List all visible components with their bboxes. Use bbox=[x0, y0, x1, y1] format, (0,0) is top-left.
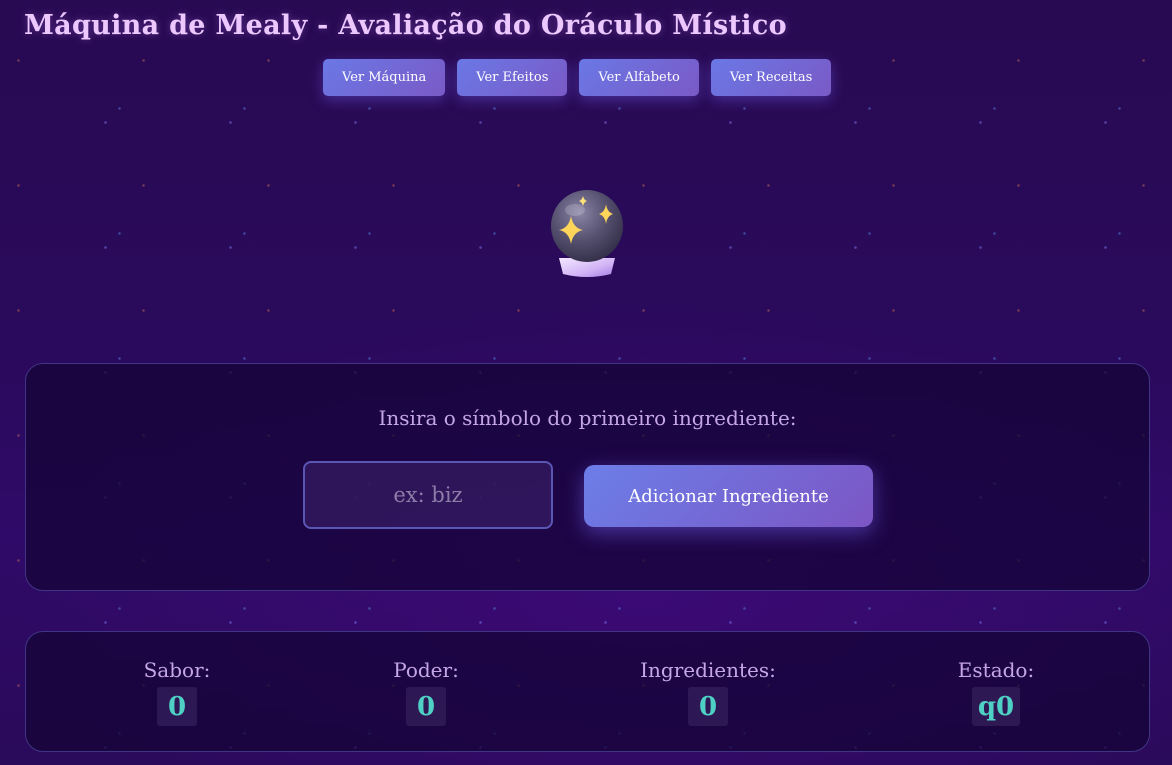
crystal-ball-icon bbox=[545, 188, 629, 284]
stat-poder: Poder: 0 bbox=[382, 658, 470, 726]
stat-value: 0 bbox=[157, 687, 197, 726]
add-ingredient-button[interactable]: Adicionar Ingrediente bbox=[584, 465, 873, 527]
stat-label: Poder: bbox=[393, 658, 459, 682]
view-effects-button[interactable]: Ver Efeitos bbox=[457, 59, 568, 96]
stat-label: Estado: bbox=[957, 658, 1035, 682]
stat-value: 0 bbox=[406, 687, 446, 726]
top-nav: Ver Máquina Ver Efeitos Ver Alfabeto Ver… bbox=[323, 59, 832, 96]
stat-estado: Estado: q0 bbox=[950, 658, 1042, 726]
stats-panel: Sabor: 0 Poder: 0 Ingredientes: 0 Estado… bbox=[25, 631, 1150, 752]
view-recipes-button[interactable]: Ver Receitas bbox=[710, 59, 832, 96]
page-title: Máquina de Mealy - Avaliação do Oráculo … bbox=[24, 10, 787, 41]
stat-sabor: Sabor: 0 bbox=[138, 658, 216, 726]
view-alphabet-button[interactable]: Ver Alfabeto bbox=[579, 59, 699, 96]
ingredient-symbol-input[interactable] bbox=[303, 461, 553, 529]
stat-label: Ingredientes: bbox=[640, 658, 776, 682]
stat-ingredientes: Ingredientes: 0 bbox=[632, 658, 784, 726]
view-machine-button[interactable]: Ver Máquina bbox=[323, 59, 446, 96]
ingredient-prompt: Insira o símbolo do primeiro ingrediente… bbox=[378, 406, 797, 430]
stat-value: q0 bbox=[971, 687, 1021, 726]
stat-value: 0 bbox=[688, 687, 728, 726]
ingredient-input-panel: Insira o símbolo do primeiro ingrediente… bbox=[25, 363, 1150, 591]
stat-label: Sabor: bbox=[143, 658, 211, 682]
